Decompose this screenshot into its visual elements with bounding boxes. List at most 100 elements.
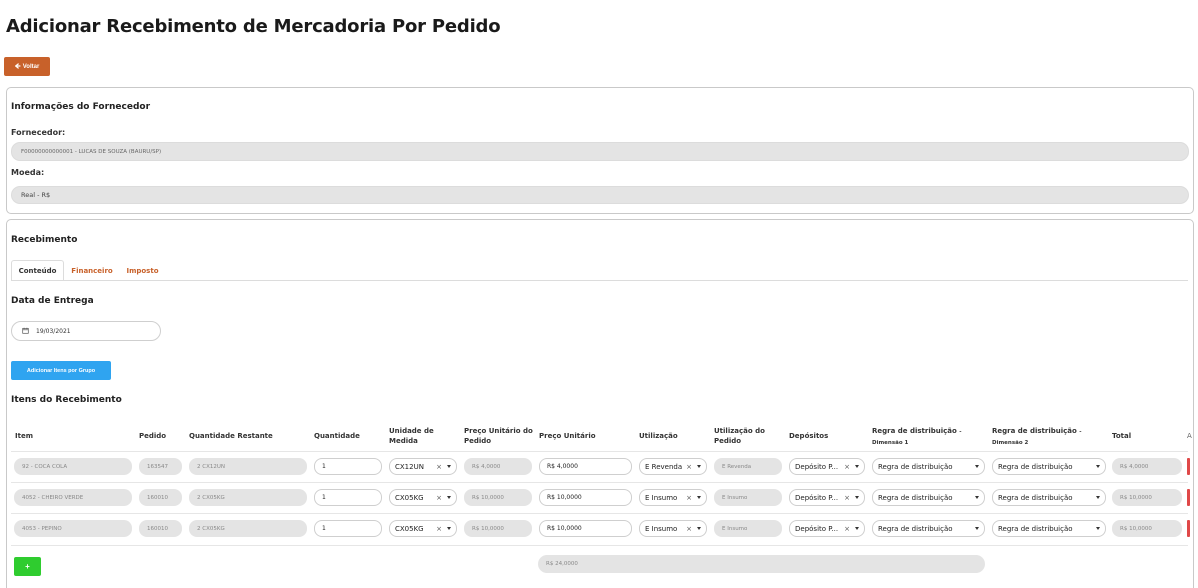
unit-select[interactable]: CX05KG × [389,489,457,506]
close-icon[interactable]: × [844,494,850,502]
col-header-depositos: Depósitos [789,432,829,440]
usage-select-value: E Insumo [645,524,678,533]
row-divider [11,513,1188,514]
col-header-pedido: Pedido [139,432,167,440]
col-header-extra: A [1187,432,1192,440]
close-icon[interactable]: × [436,494,442,502]
distribution-rule-1-select-value: Regra de distribuição [878,462,953,471]
usage-select-value: E Revenda [645,462,683,471]
arrow-left-icon [14,62,21,71]
supplier-info-title: Informações do Fornecedor [11,102,151,112]
items-title: Itens do Recebimento [11,395,122,405]
deposit-select[interactable]: Depósito P... × [789,489,865,506]
col-header-item: Item [15,432,33,440]
col-header-total: Total [1112,432,1132,440]
add-row-button[interactable]: + [14,557,41,576]
footer-divider [11,545,1188,546]
caret-down-icon [447,527,451,530]
quantity-input[interactable]: 1 [314,489,382,506]
close-icon[interactable]: × [686,525,692,533]
row-divider [11,482,1188,483]
item-field: 92 - COCA COLA [14,458,132,475]
total-field: R$ 10,0000 [1112,520,1182,537]
close-icon[interactable]: × [686,463,692,471]
usage-select[interactable]: E Revenda × [639,458,707,475]
deposit-select-value: Depósito P... [795,524,839,533]
back-button[interactable]: Voltar [4,57,50,76]
distribution-rule-1-select[interactable]: Regra de distribuição [872,489,985,506]
order-usage-field: E Revenda [714,458,782,475]
caret-down-icon [855,465,859,468]
tab-conteudo[interactable]: Conteúdo [11,260,64,281]
add-items-by-group-button[interactable]: Adicionar Itens por Grupo [11,361,111,380]
col-header-preco-unitario: Preço Unitário [539,432,596,440]
tab-imposto[interactable]: Imposto [120,260,165,281]
distribution-rule-1-select-value: Regra de distribuição [878,524,953,533]
distribution-rule-2-select-value: Regra de distribuição [998,462,1073,471]
tab-financeiro[interactable]: Financeiro [66,260,118,281]
supplier-field: F00000000000001 - LUCAS DE SOUZA (BAURU/… [11,142,1189,161]
unit-price-input[interactable]: R$ 4,0000 [539,458,632,475]
quantity-input[interactable]: 1 [314,458,382,475]
distribution-rule-1-select-value: Regra de distribuição [878,493,953,502]
caret-down-icon [697,465,701,468]
caret-down-icon [855,527,859,530]
unit-select[interactable]: CX12UN × [389,458,457,475]
unit-select-value: CX12UN [395,462,424,471]
distribution-rule-1-select[interactable]: Regra de distribuição [872,520,985,537]
caret-down-icon [1096,496,1100,499]
deposit-select[interactable]: Depósito P... × [789,458,865,475]
close-icon[interactable]: × [436,525,442,533]
caret-down-icon [975,465,979,468]
distribution-rule-2-select[interactable]: Regra de distribuição [992,458,1106,475]
col-header-regra2: Regra de distribuição - Dimensão 2 [992,426,1107,448]
order-field: 160010 [139,489,182,506]
distribution-rule-2-select-value: Regra de distribuição [998,493,1073,502]
deposit-select-value: Depósito P... [795,462,839,471]
caret-down-icon [975,527,979,530]
caret-down-icon [1096,527,1100,530]
remove-row-button[interactable] [1187,520,1190,537]
distribution-rule-2-select[interactable]: Regra de distribuição [992,489,1106,506]
unit-price-input[interactable]: R$ 10,0000 [539,520,632,537]
close-icon[interactable]: × [844,525,850,533]
col-header-regra1: Regra de distribuição - Dimensão 1 [872,426,987,448]
distribution-rule-2-select[interactable]: Regra de distribuição [992,520,1106,537]
col-header-regra2-label: Regra de distribuição [992,427,1077,435]
delivery-date-input[interactable]: 19/03/2021 [11,321,161,341]
distribution-rule-1-select[interactable]: Regra de distribuição [872,458,985,475]
delivery-date-label: Data de Entrega [11,296,94,306]
remove-row-button[interactable] [1187,489,1190,506]
close-icon[interactable]: × [436,463,442,471]
usage-select[interactable]: E Insumo × [639,489,707,506]
col-header-utilizacao-pedido: Utilização do Pedido [714,427,765,445]
remove-row-button[interactable] [1187,458,1190,475]
distribution-rule-2-select-value: Regra de distribuição [998,524,1073,533]
grand-total-field: R$ 24,0000 [538,555,985,573]
caret-down-icon [697,496,701,499]
unit-select-value: CX05KG [395,493,424,502]
deposit-select-value: Depósito P... [795,493,839,502]
close-icon[interactable]: × [686,494,692,502]
total-field: R$ 4,0000 [1112,458,1182,475]
back-button-label: Voltar [22,63,40,70]
unit-select[interactable]: CX05KG × [389,520,457,537]
caret-down-icon [447,496,451,499]
remaining-qty-field: 2 CX12UN [189,458,307,475]
order-field: 163547 [139,458,182,475]
usage-select[interactable]: E Insumo × [639,520,707,537]
close-icon[interactable]: × [844,463,850,471]
quantity-input[interactable]: 1 [314,520,382,537]
col-header-qtd-restante: Quantidade Restante [189,432,273,440]
order-price-field: R$ 10,0000 [464,489,532,506]
deposit-select[interactable]: Depósito P... × [789,520,865,537]
caret-down-icon [855,496,859,499]
header-divider [11,451,1188,452]
caret-down-icon [975,496,979,499]
remaining-qty-field: 2 CX05KG [189,520,307,537]
unit-price-input[interactable]: R$ 10,0000 [539,489,632,506]
col-header-regra1-label: Regra de distribuição [872,427,957,435]
page-title: Adicionar Recebimento de Mercadoria Por … [6,16,501,37]
currency-field: Real - R$ [11,186,1189,204]
calendar-icon [22,327,29,336]
